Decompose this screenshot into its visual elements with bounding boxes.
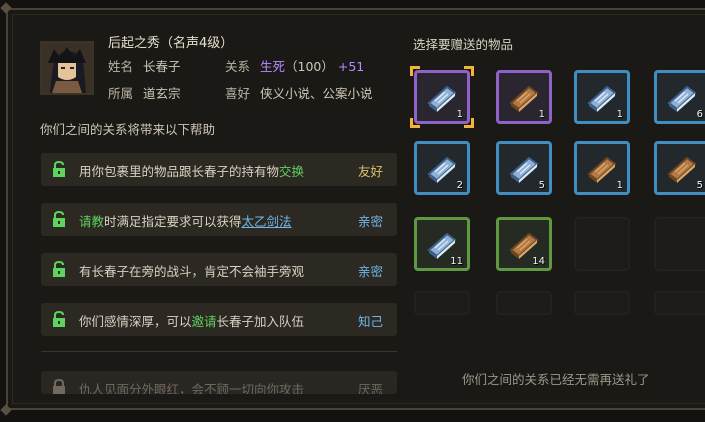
selection-corner <box>410 66 420 76</box>
item-count: 2 <box>456 180 463 191</box>
gift-item-slot[interactable]: 1 <box>574 70 630 124</box>
selection-corner <box>410 118 420 128</box>
item-count: 5 <box>538 180 545 191</box>
empty-gift-slot <box>414 291 470 315</box>
name-line: 姓名 长春子 <box>108 56 181 75</box>
invite-link[interactable]: 邀请 <box>192 314 217 329</box>
benefit-row-exchange[interactable]: 用你包裹里的物品跟长春子的持有物交换 友好 <box>41 153 397 186</box>
gift-item-slot[interactable]: 2 <box>414 141 470 195</box>
benefit-row-hostile: 仇人见面分外眼红，会不顾一切向你攻击 厌恶 <box>41 371 397 394</box>
character-name: 长春子 <box>143 59 181 74</box>
unlock-icon <box>53 261 65 277</box>
benefit-row-invite[interactable]: 你们感情深厚，可以邀请长春子加入队伍 知己 <box>41 303 397 336</box>
consult-link[interactable]: 请教 <box>79 214 104 229</box>
unlock-icon <box>53 211 65 227</box>
item-count: 1 <box>616 180 623 191</box>
book-icon <box>667 85 697 112</box>
empty-gift-slot <box>574 291 630 315</box>
relation-label: 关系 <box>225 59 251 74</box>
relation-value: 生死 <box>260 59 286 74</box>
benefit-status: 知己 <box>357 314 383 329</box>
empty-gift-slot <box>654 217 705 271</box>
book-icon <box>509 85 539 112</box>
gift-item-slot[interactable]: 1 <box>410 66 474 128</box>
divider <box>41 351 397 352</box>
benefit-text: 请教时满足指定要求可以获得太乙剑法 <box>79 214 292 229</box>
book-icon <box>509 156 539 183</box>
empty-gift-slot <box>574 217 630 271</box>
gift-item-slot[interactable]: 11 <box>414 217 470 271</box>
relation-score: （100） <box>285 59 334 74</box>
benefit-status: 亲密 <box>357 214 383 229</box>
benefit-row-assist: 有长春子在旁的战斗，肯定不会袖手旁观 亲密 <box>41 253 397 286</box>
portrait-image <box>42 43 92 93</box>
item-count: 5 <box>696 180 703 191</box>
hobby-line: 喜好 侠义小说、公案小说 <box>225 83 373 102</box>
book-icon <box>667 156 697 183</box>
relation-line: 关系 生死（100） +51 <box>225 56 364 75</box>
item-count: 6 <box>696 109 703 120</box>
gift-item-slot[interactable]: 1 <box>496 70 552 124</box>
gift-item-slot[interactable]: 5 <box>654 141 705 195</box>
benefit-status: 厌恶 <box>357 382 383 394</box>
relation-bonus: +51 <box>337 59 365 74</box>
character-hobby: 侠义小说、公案小说 <box>260 86 373 101</box>
name-label: 姓名 <box>108 59 134 74</box>
benefit-text: 用你包裹里的物品跟长春子的持有物交换 <box>79 164 305 179</box>
benefit-text: 有长春子在旁的战斗，肯定不会袖手旁观 <box>79 264 305 279</box>
gift-footer-message: 你们之间的关系已经无需再送礼了 <box>462 372 650 387</box>
benefit-text: 仇人见面分外眼红，会不顾一切向你攻击 <box>79 382 305 394</box>
item-count: 1 <box>616 109 623 120</box>
empty-gift-slot <box>496 291 552 315</box>
benefit-row-consult[interactable]: 请教时满足指定要求可以获得太乙剑法 亲密 <box>41 203 397 236</box>
item-count: 1 <box>456 109 463 120</box>
faction-label: 所属 <box>108 86 134 101</box>
selection-corner <box>464 118 474 128</box>
character-title: 后起之秀（名声4级） <box>108 36 234 51</box>
gift-item-slot[interactable]: 6 <box>654 70 705 124</box>
book-icon <box>587 85 617 112</box>
book-icon <box>587 156 617 183</box>
selection-corner <box>464 66 474 76</box>
benefit-text: 你们感情深厚，可以邀请长春子加入队伍 <box>79 314 305 329</box>
skill-link[interactable]: 太乙剑法 <box>242 214 292 229</box>
gift-item-slot[interactable]: 1 <box>574 141 630 195</box>
item-count: 1 <box>538 109 545 120</box>
lock-icon <box>53 379 65 394</box>
faction-line: 所属 道玄宗 <box>108 83 181 102</box>
gift-item-slot[interactable]: 14 <box>496 217 552 271</box>
gift-panel-title: 选择要赠送的物品 <box>413 37 514 52</box>
unlock-icon <box>53 311 65 327</box>
book-icon <box>427 85 457 112</box>
relation-benefits-description: 你们之间的关系将带来以下帮助 <box>40 122 216 137</box>
gift-item-slot[interactable]: 5 <box>496 141 552 195</box>
hobby-label: 喜好 <box>225 86 251 101</box>
item-count: 14 <box>532 256 545 267</box>
exchange-link[interactable]: 交换 <box>279 164 304 179</box>
unlock-icon <box>53 161 65 177</box>
benefit-status: 亲密 <box>357 264 383 279</box>
book-icon <box>427 156 457 183</box>
character-portrait <box>40 41 94 95</box>
empty-gift-slot <box>654 291 705 315</box>
benefit-status: 友好 <box>357 164 383 179</box>
item-count: 11 <box>450 256 463 267</box>
character-faction: 道玄宗 <box>143 86 181 101</box>
